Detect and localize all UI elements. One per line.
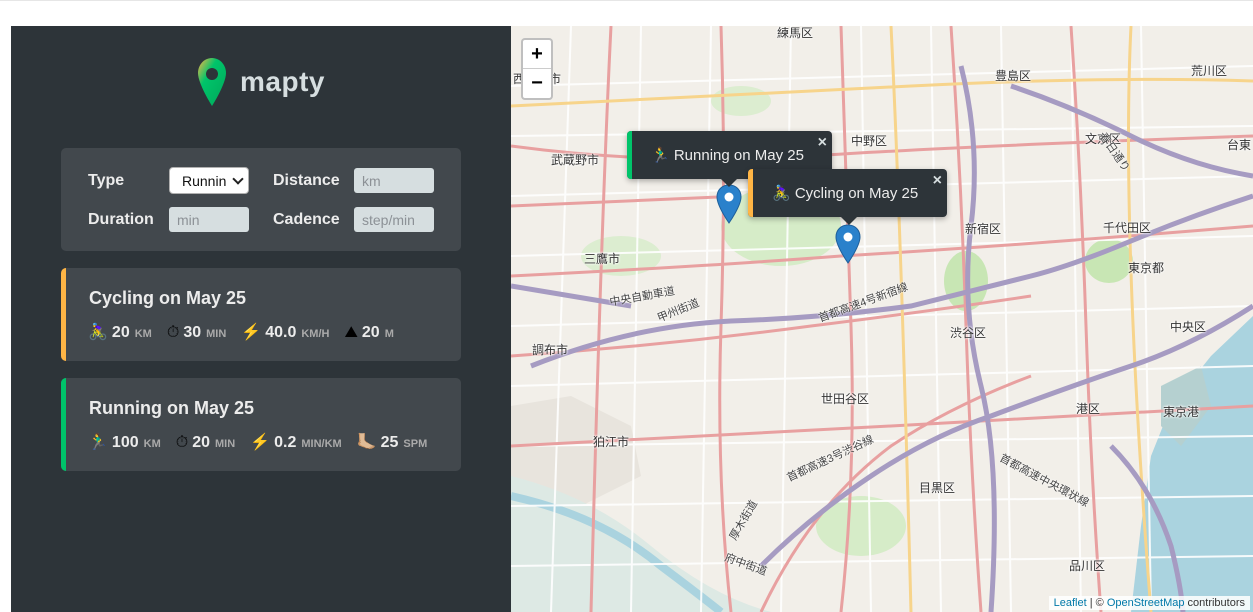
sidebar: mapty Type Running Distance Duration Cad…: [11, 26, 511, 612]
map-tiles[interactable]: [511, 26, 1253, 612]
lightning-icon: ⚡️: [250, 434, 271, 451]
chevron-down-icon: [232, 173, 244, 185]
map-attribution: Leaflet | © OpenStreetMap contributors: [1048, 596, 1250, 610]
workout-distance-unit: km: [143, 438, 161, 450]
map-label-shinagawa: 品川区: [1069, 559, 1106, 573]
zoom-in-button[interactable]: +: [523, 40, 551, 69]
workout-speed-unit: km/h: [301, 328, 330, 340]
popup-running-text: 🏃‍♂️ Running on May 25: [651, 147, 804, 164]
foot-icon: 🦶🏼: [356, 434, 377, 451]
popup-tip: [720, 178, 738, 187]
workout-accent-bar: [61, 268, 66, 361]
popup-cycling-text: 🚴‍♀️ Cycling on May 25: [772, 185, 919, 202]
map-label-arakawa: 荒川区: [1191, 64, 1228, 78]
map-label-chiyoda: 千代田区: [1103, 221, 1152, 235]
map-label-nerima: 練馬区: [777, 26, 814, 40]
type-select[interactable]: Running: [169, 167, 249, 194]
leaflet-link[interactable]: Leaflet: [1054, 597, 1087, 609]
workout-duration-unit: min: [215, 438, 236, 450]
workout-distance: 🚴‍♀️ 20 km: [88, 322, 152, 342]
map-label-mitaka: 三鷹市: [584, 252, 621, 266]
map-label-setagaya: 世田谷区: [821, 392, 870, 406]
workout-distance-unit: km: [134, 328, 152, 340]
workout-speed: ⚡️ 40.0 km/h: [241, 322, 329, 342]
workout-duration-value: 30: [183, 324, 202, 341]
close-icon[interactable]: ×: [818, 134, 827, 152]
map-label-toshima: 豊島区: [995, 69, 1032, 83]
workout-cadence-unit: spm: [403, 438, 428, 450]
workout-distance-value: 100: [111, 434, 139, 451]
map-label-minato: 港区: [1076, 402, 1101, 416]
attribution-separator: | ©: [1086, 597, 1107, 609]
map-label-musashino: 武蔵野市: [551, 153, 600, 167]
workout-pace-unit: min/km: [301, 438, 342, 450]
map-label-chuo: 中央区: [1170, 320, 1207, 334]
workout-elevation-value: 20: [361, 324, 380, 341]
logo: mapty: [197, 56, 325, 108]
workout-speed-value: 40.0: [265, 324, 297, 341]
runner-icon: 🏃‍♂️: [88, 434, 108, 451]
distance-input[interactable]: [354, 168, 434, 193]
stopwatch-icon: ⏱: [166, 324, 180, 341]
workout-duration: ⏱ 20 min: [176, 434, 235, 452]
stopwatch-icon: ⏱: [175, 434, 189, 451]
top-border: [0, 0, 1253, 1]
workout-duration-value: 20: [192, 434, 211, 451]
map-pin-logo-icon: [198, 58, 226, 106]
app-name: mapty: [240, 66, 325, 97]
workout-title: Cycling on May 25: [89, 288, 247, 308]
duration-input[interactable]: [169, 207, 249, 232]
attribution-contributors: contributors: [1184, 597, 1245, 609]
popup-tip: [840, 216, 858, 225]
zoom-control: + −: [521, 38, 553, 100]
workout-card-running[interactable]: Running on May 25 🏃‍♂️ 100 km ⏱ 20 min ⚡…: [61, 378, 461, 471]
map-label-taito: 台東: [1227, 138, 1252, 152]
workout-cadence: 🦶🏼 25 spm: [357, 432, 428, 452]
workout-pace: ⚡️ 0.2 min/km: [250, 432, 342, 452]
popup-accent-bar: [748, 169, 753, 217]
type-label: Type: [88, 172, 125, 189]
workout-cadence-value: 25: [380, 434, 399, 451]
map-label-tokyoko: 東京港: [1163, 405, 1200, 419]
workout-form: Type Running Distance Duration Cadence: [61, 148, 461, 251]
cadence-input[interactable]: [354, 207, 434, 232]
workout-elevation: ⛰ 20 m: [344, 324, 393, 342]
workout-details: 🚴‍♀️ 20 km ⏱ 30 min ⚡️ 40.0 km/h ⛰ 20 m: [88, 322, 409, 342]
map-label-meguro: 目黒区: [919, 481, 956, 495]
map-label-nakano: 中野区: [851, 134, 888, 148]
mountain-icon: ⛰: [344, 324, 358, 341]
duration-label: Duration: [88, 211, 154, 228]
lightning-icon: ⚡️: [241, 324, 262, 341]
popup-cycling[interactable]: 🚴‍♀️ Cycling on May 25 ×: [748, 169, 947, 225]
workout-distance-value: 20: [111, 324, 130, 341]
cyclist-icon: 🚴‍♀️: [88, 324, 108, 341]
close-icon[interactable]: ×: [933, 172, 942, 190]
cadence-label: Cadence: [273, 211, 340, 228]
openstreetmap-link[interactable]: OpenStreetMap: [1107, 597, 1185, 609]
workout-elevation-unit: m: [384, 328, 394, 340]
map-marker-running-icon[interactable]: [716, 184, 742, 224]
map-label-shibuya: 渋谷区: [950, 326, 987, 340]
map-label-komae: 狛江市: [593, 435, 630, 449]
map-label-tokyoto: 東京都: [1128, 261, 1165, 275]
workout-distance: 🏃‍♂️ 100 km: [88, 432, 161, 452]
popup-accent-bar: [627, 131, 632, 179]
map-marker-cycling-icon[interactable]: [835, 224, 861, 264]
workout-accent-bar: [61, 378, 66, 471]
type-select-value: Running: [182, 172, 226, 189]
workout-details: 🏃‍♂️ 100 km ⏱ 20 min ⚡️ 0.2 min/km 🦶🏼 25…: [88, 432, 442, 452]
workout-pace-value: 0.2: [274, 434, 297, 451]
workout-duration: ⏱ 30 min: [167, 324, 226, 342]
workout-duration-unit: min: [206, 328, 227, 340]
map-label-chofu: 調布市: [532, 343, 569, 357]
zoom-out-button[interactable]: −: [523, 69, 551, 98]
distance-label: Distance: [273, 172, 340, 189]
map[interactable]: 練馬区 西東京市 豊島区 荒川区 中野区 文京区 台東 武蔵野市 新宿区 千代田…: [511, 26, 1253, 612]
workout-title: Running on May 25: [89, 398, 255, 418]
workout-card-cycling[interactable]: Cycling on May 25 🚴‍♀️ 20 km ⏱ 30 min ⚡️…: [61, 268, 461, 361]
map-label-shinjuku: 新宿区: [965, 222, 1002, 236]
